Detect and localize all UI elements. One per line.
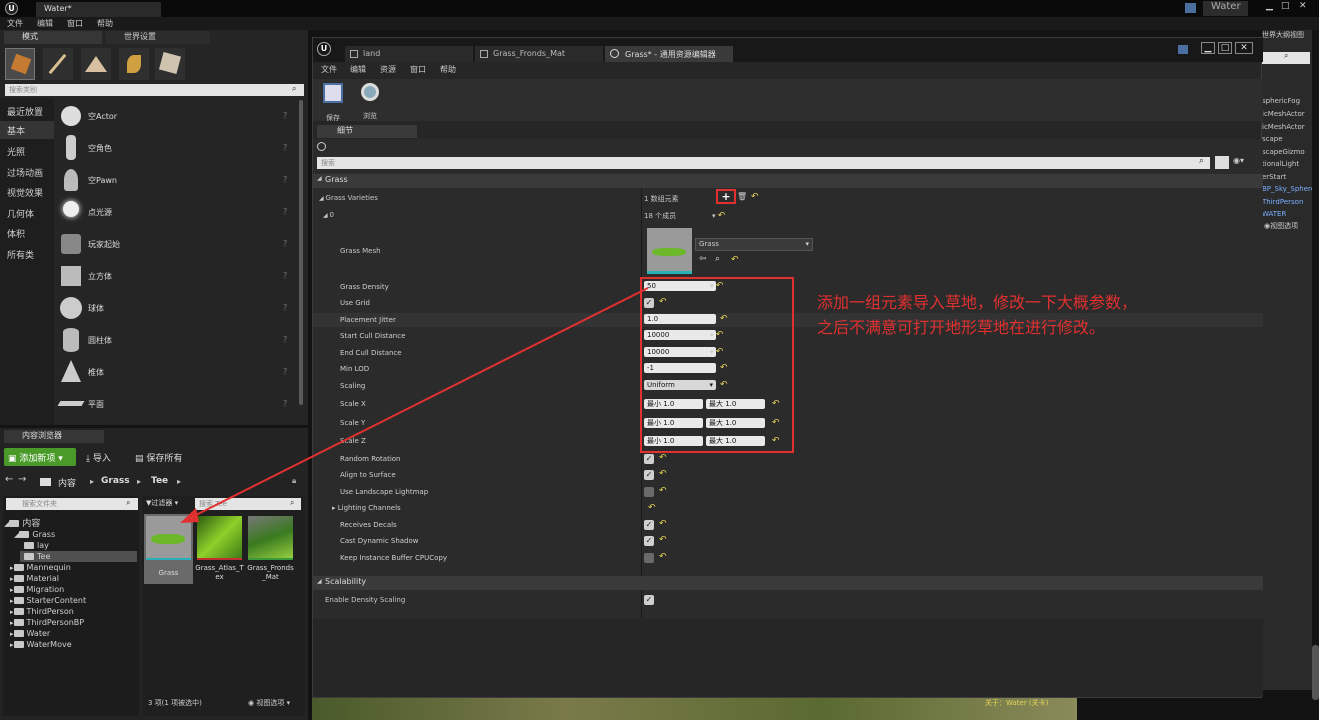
arrow-head (180, 508, 199, 523)
annotation-arrow (180, 287, 649, 523)
arrow-line (189, 287, 649, 519)
